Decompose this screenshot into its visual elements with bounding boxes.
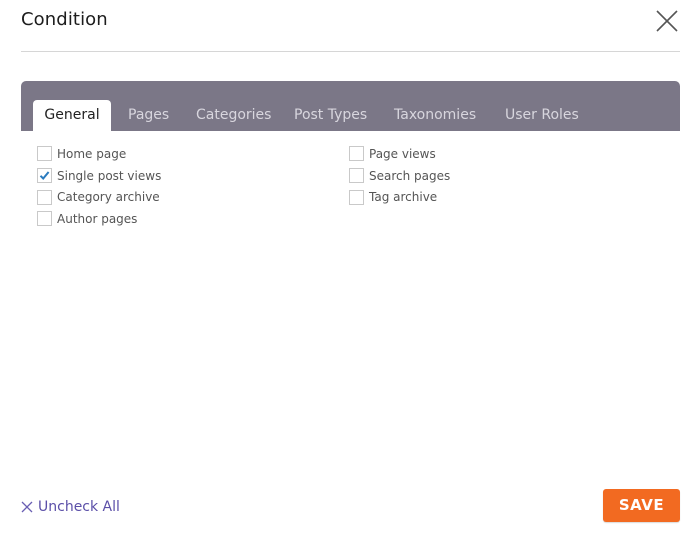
option-label: Search pages bbox=[369, 168, 451, 183]
dialog-title: Condition bbox=[21, 9, 108, 30]
option-label: Page views bbox=[369, 146, 436, 161]
option-page-views[interactable]: Page views bbox=[349, 143, 450, 165]
tab-bar: General Pages Categories Post Types Taxo… bbox=[21, 81, 680, 131]
checkbox[interactable] bbox=[37, 189, 52, 205]
tab-user-roles[interactable]: User Roles bbox=[505, 100, 579, 131]
option-single-post-views[interactable]: Single post views bbox=[37, 165, 161, 187]
options-column-left: Home page Single post views Category arc… bbox=[37, 143, 161, 230]
close-icon bbox=[656, 10, 678, 32]
checkmark-icon bbox=[39, 171, 50, 181]
checkbox[interactable] bbox=[349, 189, 364, 205]
option-label: Author pages bbox=[57, 211, 138, 226]
options-column-right: Page views Search pages Tag archive bbox=[349, 143, 450, 208]
option-label: Home page bbox=[57, 146, 127, 161]
close-button[interactable] bbox=[655, 9, 679, 33]
option-author-pages[interactable]: Author pages bbox=[37, 208, 161, 230]
option-category-archive[interactable]: Category archive bbox=[37, 186, 161, 208]
option-label: Single post views bbox=[57, 168, 162, 183]
checkbox[interactable] bbox=[37, 146, 52, 162]
x-icon bbox=[21, 501, 33, 513]
checkbox[interactable] bbox=[349, 168, 364, 184]
uncheck-all-label: Uncheck All bbox=[38, 499, 120, 515]
save-button[interactable]: SAVE bbox=[603, 489, 680, 522]
header-divider bbox=[21, 51, 680, 52]
tab-taxonomies[interactable]: Taxonomies bbox=[394, 100, 476, 131]
checkbox-checked[interactable] bbox=[37, 168, 52, 184]
tab-categories[interactable]: Categories bbox=[196, 100, 271, 131]
option-tag-archive[interactable]: Tag archive bbox=[349, 186, 450, 208]
checkbox[interactable] bbox=[349, 146, 364, 162]
tab-general[interactable]: General bbox=[33, 100, 111, 131]
option-home-page[interactable]: Home page bbox=[37, 143, 161, 165]
uncheck-all-link[interactable]: Uncheck All bbox=[21, 499, 120, 515]
option-label: Tag archive bbox=[369, 190, 438, 205]
checkbox[interactable] bbox=[37, 211, 52, 227]
option-label: Category archive bbox=[57, 190, 160, 205]
tab-post-types[interactable]: Post Types bbox=[294, 100, 367, 131]
tab-pages[interactable]: Pages bbox=[128, 100, 169, 131]
option-search-pages[interactable]: Search pages bbox=[349, 165, 450, 187]
